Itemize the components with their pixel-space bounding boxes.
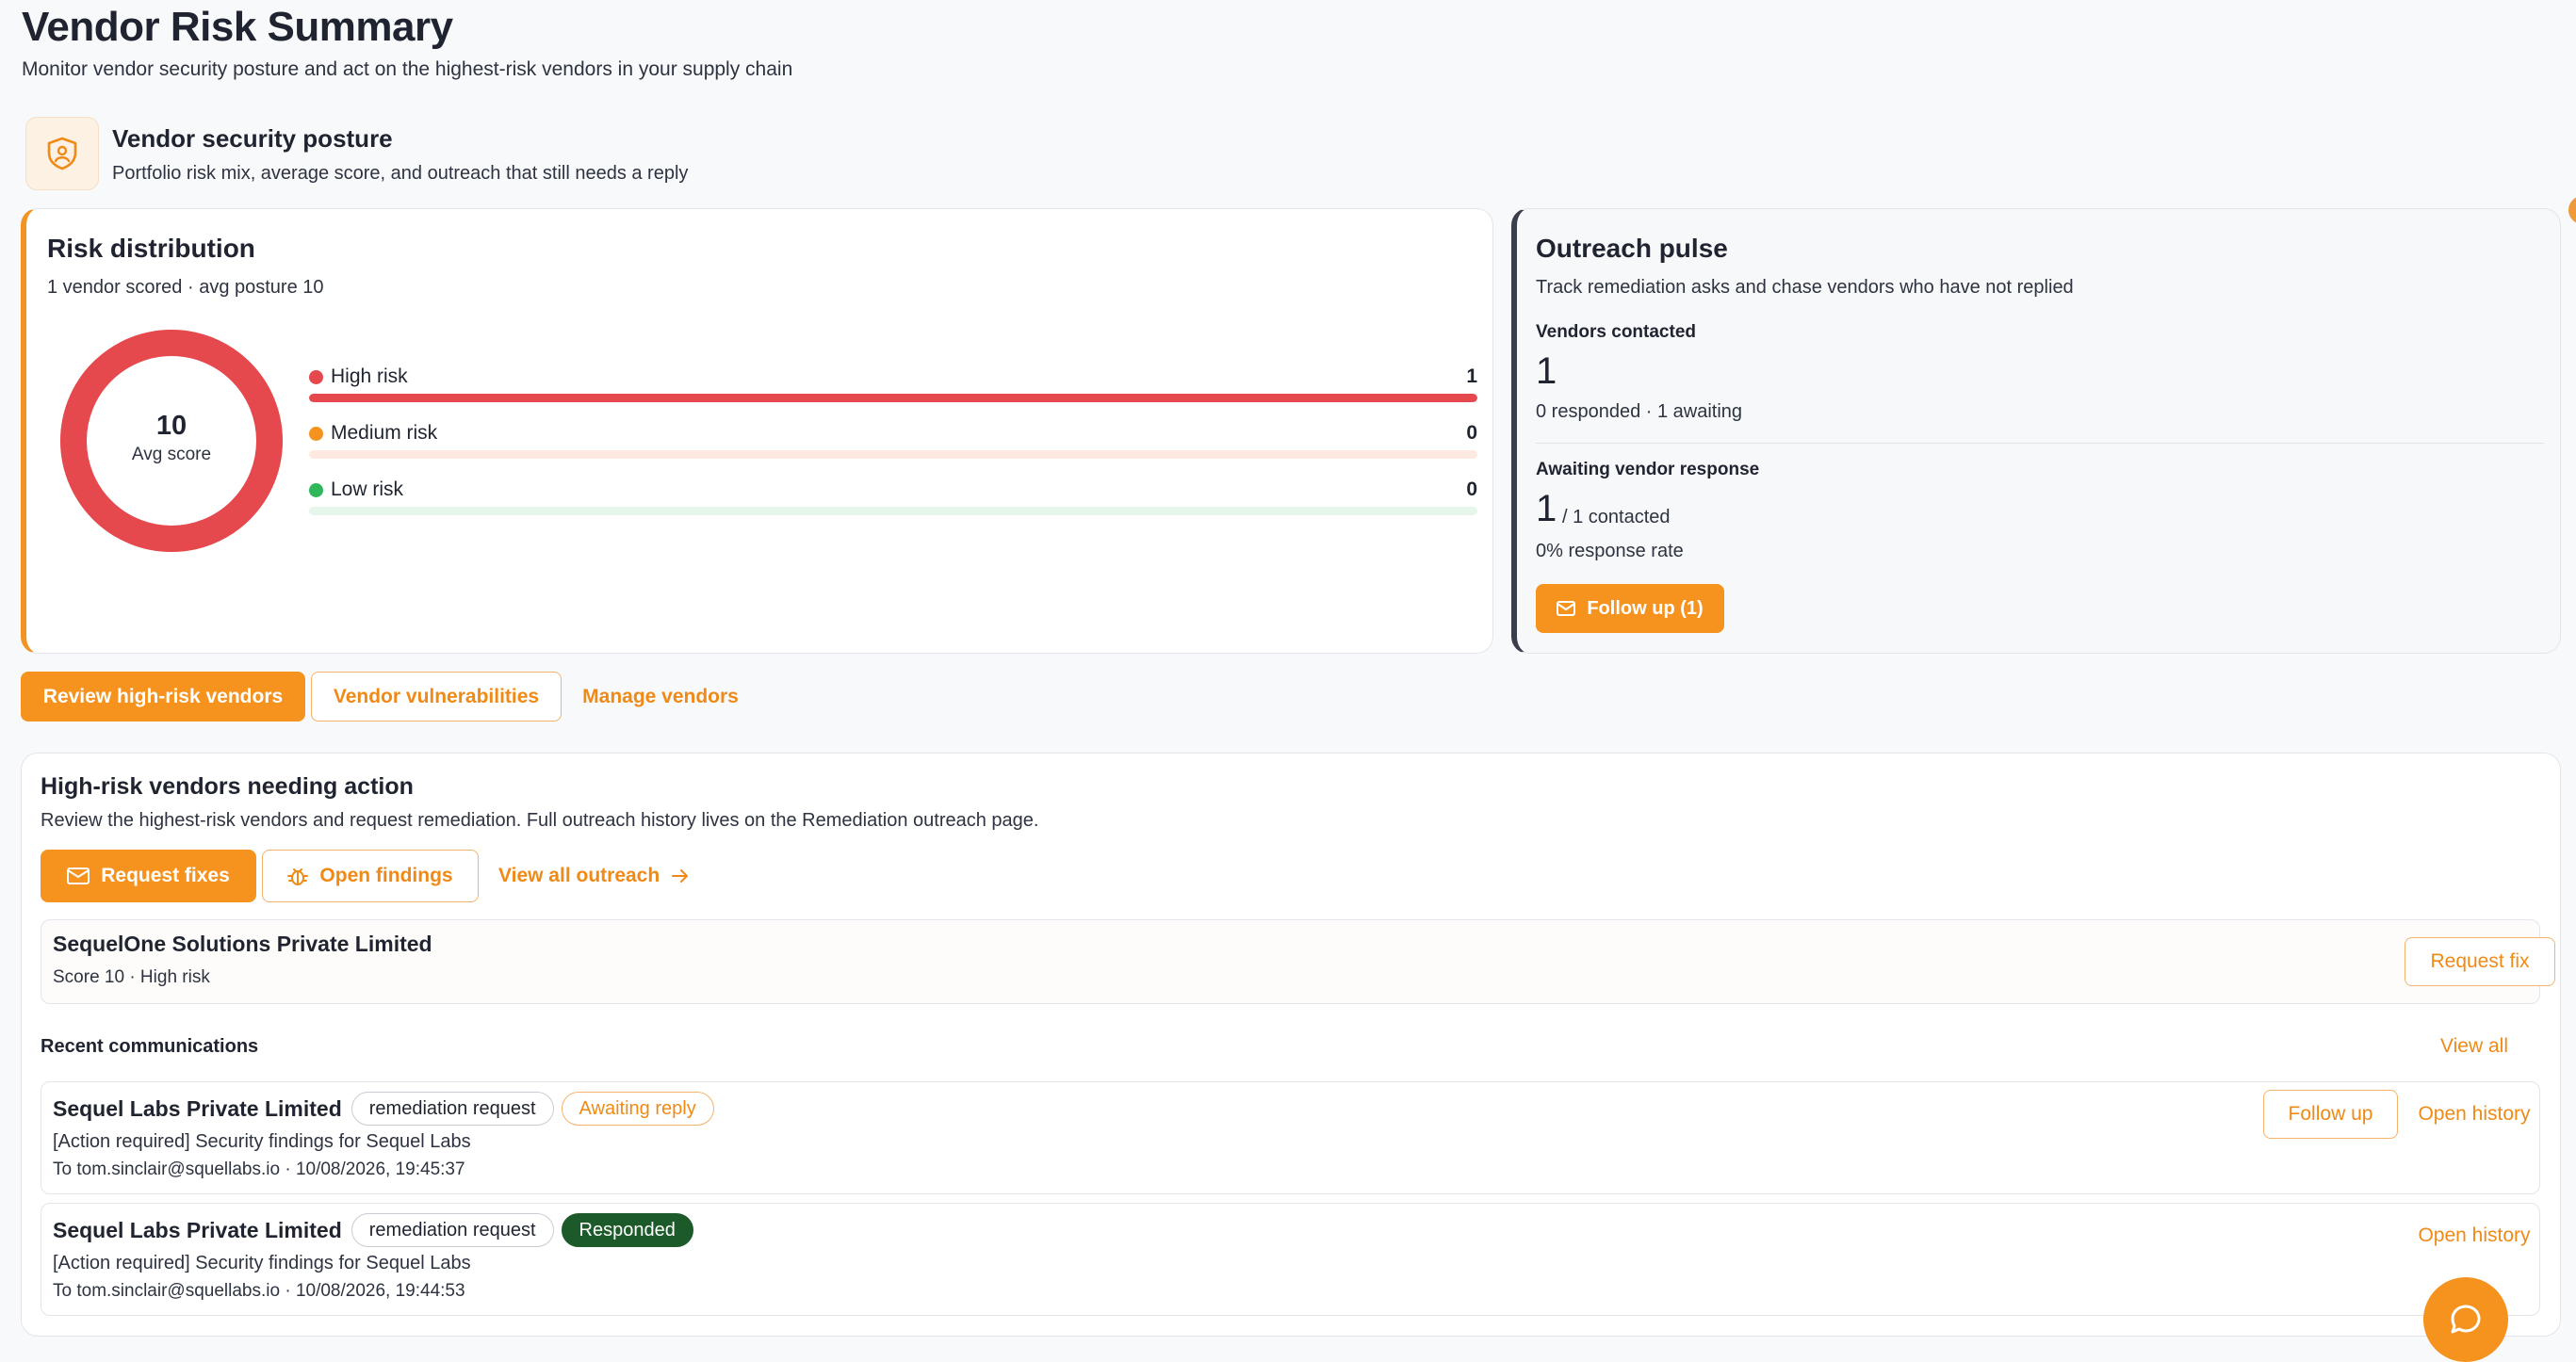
- section-title: Vendor security posture: [112, 124, 393, 153]
- follow-up-all-label: Follow up (1): [1587, 597, 1704, 619]
- donut-label: Avg score: [131, 445, 212, 464]
- open-history-link[interactable]: Open history: [2408, 1090, 2540, 1139]
- high-risk-dot: [309, 369, 323, 384]
- mail-send-icon: [67, 867, 90, 884]
- vendor-meta: Score 10 · High risk: [53, 967, 210, 987]
- follow-up-all-button[interactable]: Follow up (1): [1536, 584, 1724, 633]
- donut-value: 10: [155, 411, 187, 441]
- actions-card-subtitle: Review the highest-risk vendors and requ…: [41, 810, 1039, 831]
- section-header: Vendor security posture Portfolio risk m…: [25, 117, 688, 190]
- contacted-value: 1: [1536, 350, 1557, 392]
- risk-row-count: 1: [1466, 365, 1477, 387]
- risk-row-label: Low risk: [331, 478, 404, 500]
- chat-bubble-icon: [2451, 1305, 2481, 1334]
- high-risk-vendors-card: High-risk vendors needing action Review …: [21, 753, 2561, 1337]
- pulse-card-title: Outreach pulse: [1536, 234, 1728, 263]
- risk-distribution-card: Risk distribution 1 vendor scored · avg …: [21, 208, 1493, 654]
- view-all-communications-link[interactable]: View all: [2422, 1032, 2526, 1061]
- request-fixes-label: Request fixes: [101, 865, 230, 886]
- mail-icon: [1557, 601, 1576, 616]
- section-subtitle: Portfolio risk mix, average score, and o…: [112, 163, 689, 184]
- view-all-outreach-link[interactable]: View all outreach: [485, 850, 711, 902]
- manage-vendors-link[interactable]: Manage vendors: [568, 672, 753, 722]
- risk-row-count: 0: [1466, 478, 1477, 500]
- view-all-outreach-label: View all outreach: [498, 865, 660, 886]
- comm-vendor-name: Sequel Labs Private Limited: [53, 1095, 342, 1121]
- request-fixes-button[interactable]: Request fixes: [41, 850, 256, 902]
- page-subtitle: Monitor vendor security posture and act …: [22, 58, 793, 80]
- medium-risk-dot: [309, 426, 323, 441]
- pulse-card-subtitle: Track remediation asks and chase vendors…: [1536, 277, 2074, 298]
- follow-up-button[interactable]: Follow up: [2263, 1090, 2398, 1139]
- request-fix-button[interactable]: Request fix: [2405, 937, 2555, 986]
- contacted-detail: 0 responded · 1 awaiting: [1536, 401, 1743, 422]
- comm-type-badge: remediation request: [351, 1092, 554, 1126]
- open-history-link[interactable]: Open history: [2408, 1211, 2540, 1260]
- bug-icon: [287, 868, 309, 885]
- comm-subject: [Action required] Security findings for …: [53, 1253, 471, 1273]
- risk-row-count: 0: [1466, 422, 1477, 444]
- page-title: Vendor Risk Summary: [22, 4, 453, 50]
- shield-user-icon: [25, 117, 99, 190]
- vendor-name: SequelOne Solutions Private Limited: [53, 932, 432, 956]
- risk-bar-track: [309, 507, 1477, 515]
- open-findings-label: Open findings: [319, 865, 453, 886]
- edge-indicator: [2568, 196, 2576, 224]
- risk-row-high: High risk 1: [309, 365, 1477, 402]
- comm-status-badge: Awaiting reply: [561, 1092, 714, 1126]
- chat-button[interactable]: [2423, 1277, 2508, 1362]
- response-rate: 0% response rate: [1536, 541, 1684, 561]
- risk-bar-track: [309, 450, 1477, 459]
- actions-card-title: High-risk vendors needing action: [41, 773, 414, 800]
- outreach-pulse-card: Outreach pulse Track remediation asks an…: [1511, 208, 2561, 654]
- arrow-right-icon: [672, 869, 689, 883]
- pulse-divider: [1536, 443, 2544, 444]
- risk-row-label: High risk: [331, 365, 408, 387]
- communication-row: Sequel Labs Private Limited remediation …: [41, 1203, 2540, 1316]
- recent-communications-title: Recent communications: [41, 1036, 259, 1057]
- comm-status-badge: Responded: [561, 1213, 693, 1247]
- awaiting-suffix: / 1 contacted: [1562, 507, 1671, 527]
- risk-row-medium: Medium risk 0: [309, 422, 1477, 459]
- comm-vendor-name: Sequel Labs Private Limited: [53, 1217, 342, 1242]
- comm-recipient: To tom.sinclair@squellabs.io · 10/08/202…: [53, 1159, 465, 1179]
- open-findings-button[interactable]: Open findings: [262, 850, 479, 902]
- review-high-risk-button[interactable]: Review high-risk vendors: [21, 672, 305, 722]
- low-risk-dot: [309, 482, 323, 497]
- risk-card-title: Risk distribution: [47, 234, 255, 263]
- risk-row-label: Medium risk: [331, 422, 438, 444]
- vendor-risk-page: Vendor Risk Summary Monitor vendor secur…: [0, 0, 2576, 1362]
- communication-row: Sequel Labs Private Limited remediation …: [41, 1081, 2540, 1194]
- risk-bar-track: [309, 394, 1477, 402]
- contacted-label: Vendors contacted: [1536, 322, 1696, 342]
- comm-type-badge: remediation request: [351, 1213, 554, 1247]
- comm-recipient: To tom.sinclair@squellabs.io · 10/08/202…: [53, 1281, 465, 1301]
- risk-card-subtitle: 1 vendor scored · avg posture 10: [47, 277, 324, 298]
- awaiting-label: Awaiting vendor response: [1536, 460, 1760, 479]
- awaiting-value: 1: [1536, 488, 1557, 529]
- high-risk-vendor-row: SequelOne Solutions Private Limited Scor…: [41, 919, 2555, 1004]
- risk-row-low: Low risk 0: [309, 478, 1477, 515]
- comm-subject: [Action required] Security findings for …: [53, 1131, 471, 1152]
- vendor-vulnerabilities-button[interactable]: Vendor vulnerabilities: [311, 672, 562, 722]
- risk-bar-fill: [309, 394, 1477, 402]
